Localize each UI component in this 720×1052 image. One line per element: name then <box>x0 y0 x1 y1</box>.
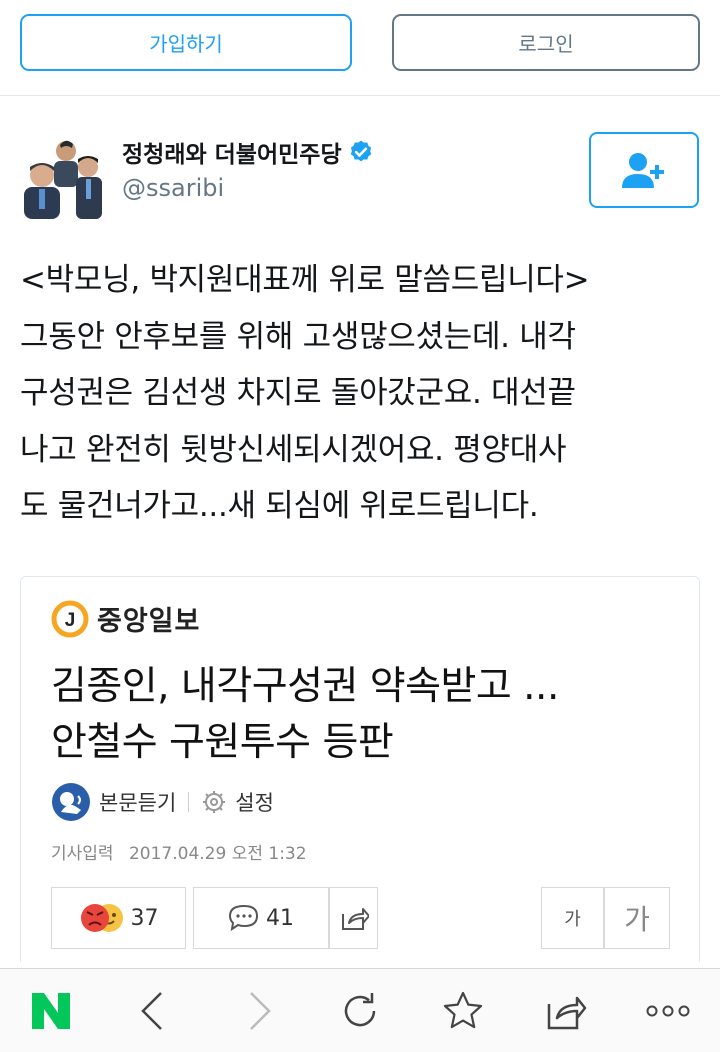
listen-icon[interactable] <box>51 782 91 822</box>
joongang-logo-icon: J <box>51 600 89 637</box>
comment-icon <box>228 904 259 932</box>
auth-bar: 가입하기 로그인 <box>0 0 720 96</box>
publisher-row: J 중앙일보 <box>51 599 200 638</box>
settings-label[interactable]: 설정 <box>235 787 274 817</box>
browser-bottom-bar <box>0 968 720 1052</box>
refresh-button[interactable] <box>334 985 386 1037</box>
star-icon <box>443 991 483 1029</box>
home-button[interactable] <box>25 985 77 1037</box>
chevron-left-icon <box>141 992 162 1030</box>
publisher-name: 중앙일보 <box>97 606 201 637</box>
share-page-button[interactable] <box>539 985 591 1037</box>
gear-icon[interactable] <box>201 789 227 815</box>
reactions-button[interactable]: 37 <box>51 887 186 949</box>
headline-line: 김종인, 내각구성권 약속받고 ... <box>51 664 559 709</box>
login-button[interactable]: 로그인 <box>392 14 700 71</box>
avatar[interactable] <box>20 135 104 219</box>
reaction-emoji-icon <box>80 904 123 932</box>
naver-n-logo <box>32 993 70 1029</box>
date-label: 기사입력 <box>51 844 114 864</box>
comments-button[interactable]: 41 <box>193 887 329 949</box>
follow-button[interactable] <box>589 132 699 208</box>
handle[interactable]: @ssaribi <box>122 174 224 202</box>
comments-count: 41 <box>266 905 294 931</box>
share-icon <box>547 996 587 1030</box>
listen-label[interactable]: 본문듣기 <box>99 787 176 817</box>
more-button[interactable] <box>642 985 694 1037</box>
article-tools: 본문듣기 설정 <box>51 782 274 822</box>
tweet-text-line: <박모닝, 박지원대표께 위로 말씀드립니다> <box>20 262 590 298</box>
date-value: 2017.04.29 오전 1:32 <box>128 844 307 864</box>
headline-line: 안철수 구원투수 등판 <box>51 720 394 765</box>
back-button[interactable] <box>126 985 178 1037</box>
tweet-text-line: 도 물건너가고...새 되심에 위로드립니다. <box>20 488 539 524</box>
tweet-text: <박모닝, 박지원대표께 위로 말씀드립니다> 그동안 안후보를 위해 고생많으… <box>20 252 700 535</box>
chevron-right-icon <box>250 992 271 1030</box>
font-large-label: 가 <box>624 903 650 936</box>
bookmark-button[interactable] <box>437 985 489 1037</box>
tweet-text-line: 구성권은 김선생 차지로 돌아갔군요. 대선끝 <box>20 375 576 411</box>
share-icon <box>341 908 369 930</box>
forward-button[interactable] <box>234 985 286 1037</box>
refresh-icon <box>344 993 376 1027</box>
divider <box>188 792 190 812</box>
tweet-text-line: 나고 완전히 뒷방신세되시겠어요. 평양대사 <box>20 431 567 468</box>
article-card[interactable]: J 중앙일보 김종인, 내각구성권 약속받고 ... 안철수 구원투수 등판 본… <box>20 576 700 962</box>
font-small-label: 가 <box>564 909 581 930</box>
reactions-count: 37 <box>130 905 159 931</box>
font-large-button[interactable]: 가 <box>604 887 670 949</box>
tweet-text-line: 그동안 안후보를 위해 고생많으셨는데. 내각 <box>20 318 576 355</box>
article-headline[interactable]: 김종인, 내각구성권 약속받고 ... 안철수 구원투수 등판 <box>51 659 691 771</box>
name-row: 정청래와 더불어민주당 <box>122 135 374 169</box>
article-date: 기사입력 2017.04.29 오전 1:32 <box>51 839 307 864</box>
verified-badge-icon <box>350 140 371 162</box>
more-dots-icon <box>646 1005 690 1017</box>
signup-button[interactable]: 가입하기 <box>20 14 352 71</box>
font-small-button[interactable]: 가 <box>541 887 604 949</box>
share-button[interactable] <box>329 887 378 949</box>
svg-text:J: J <box>65 610 76 631</box>
add-user-icon <box>622 153 664 188</box>
display-name[interactable]: 정청래와 더불어민주당 <box>122 135 342 169</box>
